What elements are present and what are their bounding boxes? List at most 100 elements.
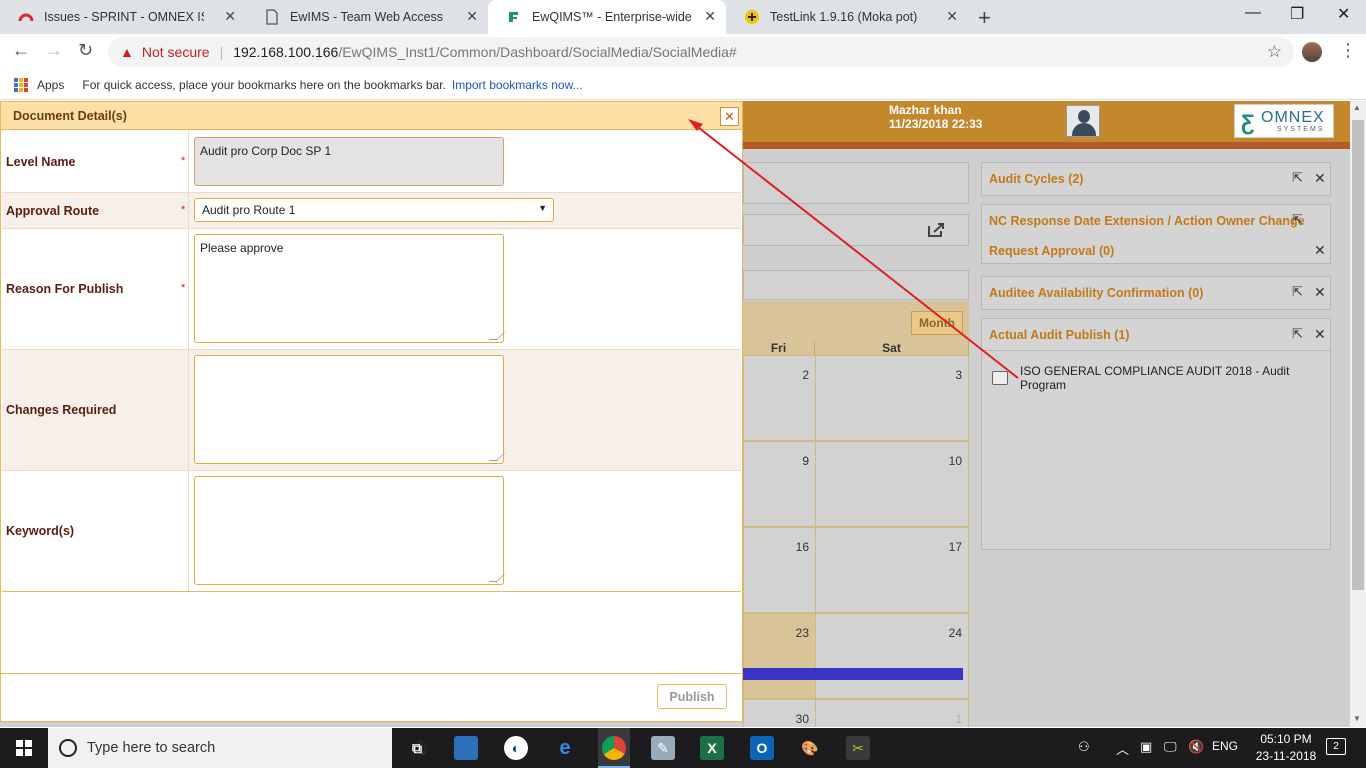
- export-icon[interactable]: ⇱: [1292, 326, 1303, 342]
- close-icon[interactable]: ✕: [1314, 284, 1326, 301]
- calendar-day[interactable]: 10: [815, 441, 969, 527]
- close-icon[interactable]: ✕: [1314, 326, 1326, 343]
- calendar-day[interactable]: 3: [815, 355, 969, 441]
- calendar-day[interactable]: 2: [743, 355, 816, 441]
- form-row-level-name: Level Name * Audit pro Corp Doc SP 1: [2, 131, 741, 193]
- calendar-day[interactable]: 16: [743, 527, 816, 613]
- security-label[interactable]: Not secure: [142, 44, 210, 60]
- export-icon[interactable]: ⇱: [1292, 212, 1303, 228]
- eclipse-icon[interactable]: ◐: [504, 736, 528, 760]
- close-window-icon[interactable]: ✕: [1337, 4, 1350, 24]
- tab-label: EwIMS - Team Web Access: [290, 10, 444, 24]
- widget-title[interactable]: Auditee Availability Confirmation (0): [989, 286, 1203, 300]
- minimize-icon[interactable]: —: [1245, 4, 1261, 22]
- form-row-keywords: Keyword(s): [2, 471, 741, 592]
- close-icon[interactable]: ✕: [1314, 170, 1326, 187]
- audit-publish-item[interactable]: ISO GENERAL COMPLIANCE AUDIT 2018 - Audi…: [1020, 364, 1320, 392]
- outlook-icon[interactable]: O: [750, 736, 774, 760]
- volume-muted-icon[interactable]: 🔇: [1188, 739, 1204, 755]
- tab-issues[interactable]: Issues - SPRINT - OMNEX ISSUE T ✕: [0, 0, 246, 34]
- restore-icon[interactable]: ❐: [1290, 4, 1304, 24]
- tab-ewims[interactable]: EwIMS - Team Web Access ✕: [246, 0, 488, 34]
- network-icon[interactable]: 🖵: [1164, 739, 1177, 755]
- changes-textarea[interactable]: [194, 355, 505, 464]
- address-bar: ← → ↻ ▲ Not secure | 192.168.100.166/EwQ…: [0, 34, 1366, 70]
- calendar-day-today[interactable]: 23: [743, 613, 816, 699]
- search-placeholder: Type here to search: [87, 740, 216, 756]
- close-tab-icon[interactable]: ✕: [224, 8, 236, 25]
- bookmark-star-icon[interactable]: ☆: [1267, 42, 1282, 62]
- task-view-icon[interactable]: ⧉: [405, 736, 429, 760]
- resize-grip-icon[interactable]: [489, 453, 505, 461]
- new-tab-icon[interactable]: +: [978, 5, 991, 31]
- clock-time[interactable]: 05:10 PM: [1254, 732, 1318, 746]
- chrome-icon[interactable]: [602, 736, 626, 760]
- paint-icon[interactable]: 🎨: [798, 736, 822, 760]
- excel-icon[interactable]: X: [700, 736, 724, 760]
- back-icon[interactable]: ←: [12, 40, 30, 61]
- windows-taskbar: Type here to search 🎙 ⧉ ◐ e ✎ X O 🎨 ✂ ⚇ …: [0, 728, 1366, 768]
- apps-link[interactable]: Apps: [37, 78, 64, 92]
- calendar-day[interactable]: 24: [815, 613, 969, 699]
- close-icon[interactable]: ✕: [720, 107, 739, 126]
- network-app-icon[interactable]: [454, 736, 478, 760]
- bg-panel: [743, 162, 969, 204]
- scroll-down-icon[interactable]: ▼: [1353, 714, 1361, 723]
- widget-title[interactable]: NC Response Date Extension / Action Owne…: [989, 214, 1305, 228]
- forward-icon[interactable]: →: [45, 40, 63, 61]
- notification-icon[interactable]: 2: [1326, 738, 1346, 755]
- scroll-thumb[interactable]: [1352, 120, 1364, 590]
- widget-title[interactable]: Actual Audit Publish (1): [989, 328, 1130, 342]
- windows-start-icon[interactable]: [16, 740, 32, 756]
- profile-avatar[interactable]: [1302, 42, 1322, 62]
- calendar-day[interactable]: 30: [743, 699, 816, 727]
- scroll-up-icon[interactable]: ▲: [1353, 103, 1361, 112]
- calendar-day[interactable]: 17: [815, 527, 969, 613]
- people-icon[interactable]: ⚇: [1078, 739, 1090, 755]
- close-tab-icon[interactable]: ✕: [466, 8, 478, 25]
- notepad-icon[interactable]: ✎: [651, 736, 675, 760]
- import-bookmarks-link[interactable]: Import bookmarks now...: [452, 78, 583, 92]
- approval-route-select[interactable]: Audit pro Route 1 ▼: [194, 198, 554, 222]
- reason-label: Reason For Publish: [6, 282, 124, 296]
- export-icon[interactable]: ⇱: [1292, 284, 1303, 300]
- taskbar-search[interactable]: Type here to search 🎙: [48, 728, 431, 768]
- menu-icon[interactable]: ⋮: [1339, 40, 1357, 61]
- resize-grip-icon[interactable]: [489, 574, 505, 582]
- export-icon[interactable]: [927, 222, 945, 238]
- publish-button[interactable]: Publish: [657, 684, 727, 709]
- reason-textarea[interactable]: Please approve: [194, 234, 505, 343]
- form-row-approval-route: Approval Route * Audit pro Route 1 ▼: [2, 193, 741, 229]
- widget-auditee-availability: Auditee Availability Confirmation (0) ⇱ …: [981, 276, 1331, 310]
- tray-app-icon[interactable]: ▣: [1140, 739, 1152, 755]
- tab-label: TestLink 1.9.16 (Moka pot): [770, 10, 918, 24]
- clock-date[interactable]: 23-11-2018: [1254, 749, 1318, 763]
- close-tab-icon[interactable]: ✕: [946, 8, 958, 25]
- user-datetime: 11/23/2018 22:33: [889, 117, 983, 131]
- calendar-day[interactable]: 1: [815, 699, 969, 727]
- apps-icon[interactable]: [14, 77, 28, 92]
- url-path: /EwQIMS_Inst1/Common/Dashboard/SocialMed…: [338, 44, 737, 60]
- close-tab-icon[interactable]: ✕: [704, 8, 716, 25]
- resize-grip-icon[interactable]: [489, 332, 505, 340]
- widget-subtitle[interactable]: Request Approval (0): [989, 244, 1114, 258]
- language-indicator[interactable]: ENG: [1212, 739, 1238, 753]
- tray-chevron-icon[interactable]: ︿: [1116, 739, 1129, 758]
- reload-icon[interactable]: ↻: [78, 40, 93, 61]
- tab-testlink[interactable]: TestLink 1.9.16 (Moka pot) ✕: [726, 0, 968, 34]
- month-view-button[interactable]: Month: [911, 311, 963, 335]
- calendar-event-bar[interactable]: [743, 668, 963, 680]
- snipping-tool-icon[interactable]: ✂: [846, 736, 870, 760]
- close-icon[interactable]: ✕: [1314, 242, 1326, 259]
- tab-ewqims[interactable]: EwQIMS™ - Enterprise-wide Qua ✕: [488, 0, 726, 34]
- calendar-day-header: Fri: [743, 341, 815, 355]
- export-icon[interactable]: ⇱: [1292, 170, 1303, 186]
- reason-value: Please approve: [200, 241, 284, 255]
- keywords-textarea[interactable]: [194, 476, 505, 585]
- calendar-day[interactable]: 9: [743, 441, 816, 527]
- url-input[interactable]: ▲ Not secure | 192.168.100.166/EwQIMS_In…: [108, 37, 1294, 67]
- dialog-title: Document Detail(s): [13, 109, 127, 123]
- edge-icon[interactable]: e: [553, 736, 577, 760]
- user-avatar[interactable]: [1066, 105, 1100, 137]
- widget-title[interactable]: Audit Cycles (2): [989, 172, 1083, 186]
